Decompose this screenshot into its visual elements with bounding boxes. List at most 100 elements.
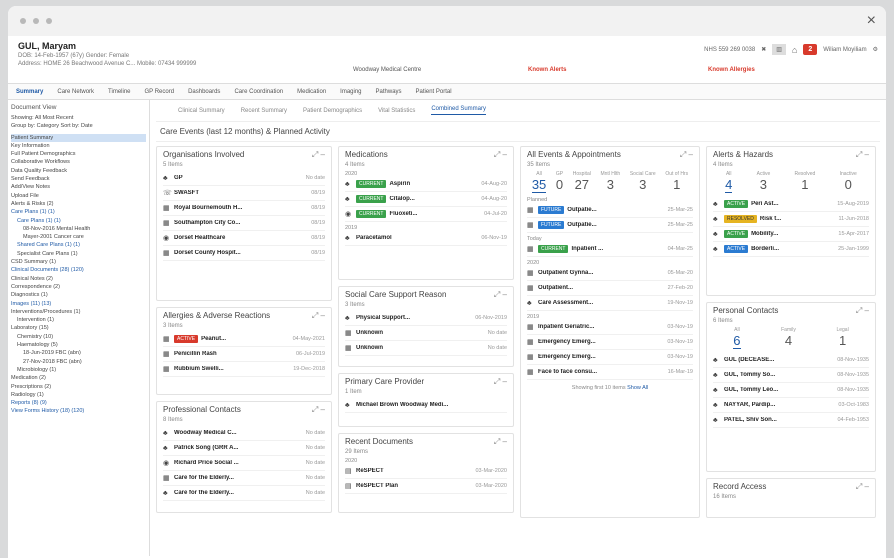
stat-item[interactable]: Legal 1: [836, 327, 848, 349]
list-item[interactable]: ♣ GP No date: [163, 171, 325, 186]
list-item[interactable]: ▦ Inpatient Geriatric... 03-Nov-19: [527, 320, 693, 335]
sidebar-item[interactable]: Prescriptions (2): [11, 383, 146, 391]
sidebar-item[interactable]: Radiology (1): [11, 391, 146, 399]
expand-icon[interactable]: ⤢ –: [312, 405, 325, 415]
sidebar-filter[interactable]: Showing: All Most Recent: [11, 114, 146, 122]
sidebar-item[interactable]: Mayer-2001 Cancer care: [11, 233, 146, 241]
expand-icon[interactable]: ⤢ –: [494, 150, 507, 160]
subtab-clinical-summary[interactable]: Clinical Summary: [178, 108, 225, 114]
sidebar-item[interactable]: Care Plans (1) (1): [11, 217, 146, 225]
list-item[interactable]: ▦ Penicillin Rash 06-Jul-2019: [163, 347, 325, 362]
list-item[interactable]: ◉ Richard Price Social ... No date: [163, 456, 325, 471]
sidebar-item[interactable]: Upload File: [11, 192, 146, 200]
stat-item[interactable]: All 35: [531, 171, 547, 193]
sidebar-item[interactable]: Correspondence (2): [11, 283, 146, 291]
sidebar-item[interactable]: Laboratory (15): [11, 324, 146, 332]
expand-icon[interactable]: ⤢ –: [494, 437, 507, 447]
list-item[interactable]: ♣ CURRENT Citalop... 04-Aug-20: [345, 192, 507, 207]
list-item[interactable]: ▦ Rubbium Swelli... 19-Dec-2018: [163, 362, 325, 377]
list-item[interactable]: ▦ Face to face consu... 16-Mar-19: [527, 365, 693, 380]
list-item[interactable]: ▦ Emergency Emerg... 03-Nov-19: [527, 335, 693, 350]
sidebar-item[interactable]: Collaborative Workflows: [11, 158, 146, 166]
subtab-combined-summary[interactable]: Combined Summary: [431, 106, 487, 115]
stat-item[interactable]: Out of Hrs 1: [665, 171, 688, 193]
grid-icon[interactable]: ▥: [772, 44, 786, 55]
known-alerts[interactable]: Known Alerts: [528, 67, 566, 73]
list-item[interactable]: ♣ CURRENT Aspirin 04-Aug-20: [345, 177, 507, 192]
expand-icon[interactable]: ⤢ –: [856, 150, 869, 160]
list-item[interactable]: ▤ ReSPECT 03-Mar-2020: [345, 464, 507, 479]
expand-icon[interactable]: ⤢ –: [312, 311, 325, 321]
tab-pathways[interactable]: Pathways: [376, 89, 402, 95]
window-dot[interactable]: [20, 18, 26, 24]
sidebar-item[interactable]: Shared Care Plans (1) (1): [11, 241, 146, 249]
subtab-vital-statistics[interactable]: Vital Statistics: [378, 108, 415, 114]
list-item[interactable]: ♣ GUL, Tommy Leo... 08-Nov-1935: [713, 383, 869, 398]
sidebar-item[interactable]: Clinical Notes (2): [11, 275, 146, 283]
sidebar-item[interactable]: Care Plans (1) (1): [11, 208, 146, 216]
tab-care-coordination[interactable]: Care Coordination: [234, 89, 283, 95]
list-item[interactable]: ◉ CURRENT Fluoxeti... 04-Jul-20: [345, 207, 507, 222]
sidebar-item[interactable]: Chemistry (10): [11, 333, 146, 341]
tab-patient-portal[interactable]: Patient Portal: [416, 89, 452, 95]
tab-timeline[interactable]: Timeline: [108, 89, 130, 95]
sidebar-item[interactable]: Medication (2): [11, 374, 146, 382]
list-item[interactable]: ▦ Care for the Elderly... No date: [163, 471, 325, 486]
expand-icon[interactable]: ⤢ –: [494, 377, 507, 387]
settings-icon[interactable]: ⚙: [873, 46, 878, 53]
list-item[interactable]: ▦ FUTURE Outpatie... 25-Mar-25: [527, 218, 693, 233]
list-item[interactable]: ♣ Care Assessment... 19-Nov-19: [527, 296, 693, 311]
sidebar-item[interactable]: Microbiology (1): [11, 366, 146, 374]
stat-item[interactable]: GP 0: [556, 171, 563, 193]
known-allergies[interactable]: Known Allergies: [708, 67, 755, 73]
tab-medication[interactable]: Medication: [297, 89, 326, 95]
list-item[interactable]: ▦ Unknown No date: [345, 341, 507, 356]
sidebar-item[interactable]: 27-Nov-2018 FBC (abn): [11, 358, 146, 366]
list-item[interactable]: ♣ Physical Support... 06-Nov-2019: [345, 311, 507, 326]
list-item[interactable]: ♣ Care for the Elderly... No date: [163, 486, 325, 501]
expand-icon[interactable]: ⤢ –: [856, 482, 869, 492]
user-name[interactable]: Wiliam Moyiliam: [823, 47, 866, 53]
sidebar-item[interactable]: Data Quality Feedback: [11, 167, 146, 175]
list-item[interactable]: ▦ Unknown No date: [345, 326, 507, 341]
list-item[interactable]: ♣ NAYYAR, Pardip... 03-Oct-1983: [713, 398, 869, 413]
tab-summary[interactable]: Summary: [16, 89, 43, 95]
close-patient-icon[interactable]: ✖: [761, 46, 766, 53]
close-icon[interactable]: ×: [867, 12, 876, 30]
list-item[interactable]: ☏ SWASFT 08/19: [163, 186, 325, 201]
tab-dashboards[interactable]: Dashboards: [188, 89, 220, 95]
stat-item[interactable]: Resolved 1: [794, 171, 815, 193]
sidebar-item[interactable]: Intervention (1): [11, 316, 146, 324]
sidebar-item[interactable]: CSD Summary (1): [11, 258, 146, 266]
sidebar-item[interactable]: Full Patient Demographics: [11, 150, 146, 158]
sidebar-item[interactable]: 08-Nov-2016 Mental Health: [11, 225, 146, 233]
list-item[interactable]: ▦ Emergency Emerg... 03-Nov-19: [527, 350, 693, 365]
notification-badge[interactable]: 2: [803, 44, 818, 55]
home-icon[interactable]: ⌂: [792, 45, 797, 55]
subtab-recent-summary[interactable]: Recent Summary: [241, 108, 287, 114]
list-item[interactable]: ♣ Patrick Song (GRR A... No date: [163, 441, 325, 456]
stat-item[interactable]: Family 4: [781, 327, 796, 349]
sidebar-item[interactable]: Reports (8) (9): [11, 399, 146, 407]
sidebar-item[interactable]: Alerts & Risks (2): [11, 200, 146, 208]
list-item[interactable]: ♣ ACTIVE Mobility... 15-Apr-2017: [713, 227, 869, 242]
sidebar-group[interactable]: Group by: Category Sort by: Date: [11, 122, 146, 130]
subtab-patient-demographics[interactable]: Patient Demographics: [303, 108, 362, 114]
sidebar-item[interactable]: Images (11) (13): [11, 300, 146, 308]
list-item[interactable]: ▦ Dorset County Hospit... 08/19: [163, 246, 325, 261]
tab-gp-record[interactable]: GP Record: [145, 89, 175, 95]
list-item[interactable]: ♣ GUL (DECEASE... 08-Nov-1935: [713, 353, 869, 368]
window-dot[interactable]: [33, 18, 39, 24]
sidebar-item[interactable]: Patient Summary: [11, 133, 146, 142]
list-item[interactable]: ▦ ACTIVE Peanut... 04-May-2021: [163, 332, 325, 347]
list-item[interactable]: ♣ Michael Brown Woodway Medi...: [345, 398, 507, 413]
tab-care-network[interactable]: Care Network: [57, 89, 94, 95]
expand-icon[interactable]: ⤢ –: [856, 306, 869, 316]
stat-item[interactable]: All 6: [733, 327, 741, 349]
list-item[interactable]: ♣ Paracetamol 06-Nov-19: [345, 231, 507, 246]
list-item[interactable]: ▦ FUTURE Outpatie... 25-Mar-25: [527, 203, 693, 218]
stat-item[interactable]: Social Care 3: [630, 171, 656, 193]
sidebar-item[interactable]: 18-Jun-2019 FBC (abn): [11, 349, 146, 357]
expand-icon[interactable]: ⤢ –: [680, 150, 693, 160]
stat-item[interactable]: Active 3: [757, 171, 771, 193]
